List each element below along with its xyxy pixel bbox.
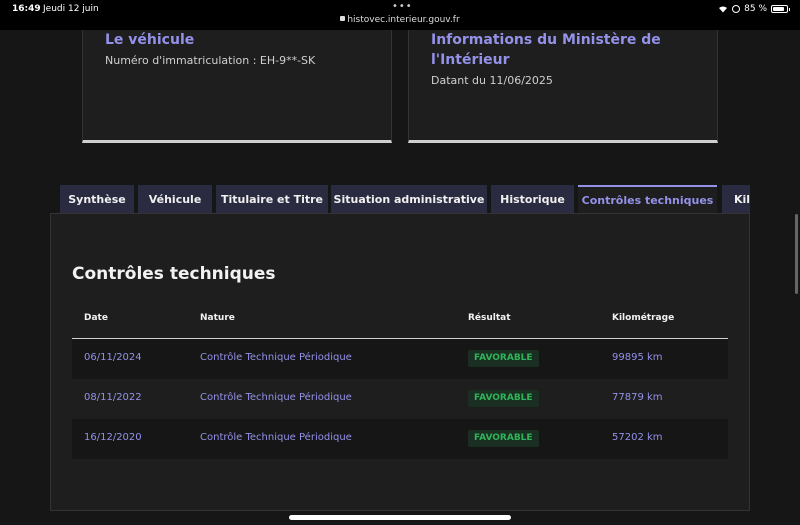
status-badge: FAVORABLE — [468, 390, 539, 407]
row-nature: Contrôle Technique Périodique — [200, 352, 352, 363]
column-header-date: Date — [84, 313, 108, 323]
panel-title: Contrôles techniques — [72, 264, 276, 284]
status-bar: 16:49 Jeudi 12 juin ••• histovec.interie… — [0, 0, 800, 30]
status-time: 16:49 — [12, 4, 41, 14]
vehicle-card: Le véhicule Numéro d'immatriculation : E… — [82, 30, 392, 143]
tab-historique[interactable]: Historique — [491, 185, 574, 214]
row-mileage: 57202 km — [612, 432, 663, 443]
row-nature: Contrôle Technique Périodique — [200, 392, 352, 403]
battery-icon — [771, 5, 790, 13]
registration-number: Numéro d'immatriculation : EH-9**-SK — [105, 54, 316, 67]
inspections-table: Date Nature Résultat Kilométrage 06/11/2… — [72, 304, 728, 459]
row-date: 08/11/2022 — [84, 392, 142, 403]
table-header: Date Nature Résultat Kilométrage — [72, 304, 728, 339]
column-header-mileage: Kilométrage — [612, 313, 675, 323]
tab-kilometrage[interactable]: Kil — [722, 185, 750, 214]
tab-vehicule[interactable]: Véhicule — [138, 185, 212, 214]
address-bar[interactable]: histovec.interieur.gouv.fr — [0, 15, 800, 25]
url-text: histovec.interieur.gouv.fr — [347, 15, 460, 25]
table-row: 08/11/2022 Contrôle Technique Périodique… — [72, 379, 728, 419]
status-badge: FAVORABLE — [468, 430, 539, 447]
more-dots-icon[interactable]: ••• — [392, 1, 413, 12]
column-header-nature: Nature — [200, 313, 235, 323]
rotation-lock-icon — [732, 5, 741, 13]
status-indicators: 85 % — [718, 4, 790, 14]
page-scrollbar[interactable] — [795, 214, 798, 294]
status-badge: FAVORABLE — [468, 350, 539, 367]
tab-titulaire-titre[interactable]: Titulaire et Titre — [216, 185, 328, 214]
table-row: 06/11/2024 Contrôle Technique Périodique… — [72, 339, 728, 379]
tab-bar: Synthèse Véhicule Titulaire et Titre Sit… — [60, 185, 750, 214]
row-mileage: 77879 km — [612, 392, 663, 403]
row-mileage: 99895 km — [612, 352, 663, 363]
table-row: 16/12/2020 Contrôle Technique Périodique… — [72, 419, 728, 459]
tab-synthese[interactable]: Synthèse — [60, 185, 134, 214]
row-date: 06/11/2024 — [84, 352, 142, 363]
row-nature: Contrôle Technique Périodique — [200, 432, 352, 443]
battery-percent: 85 % — [744, 4, 767, 14]
row-date: 16/12/2020 — [84, 432, 142, 443]
technical-inspections-panel: Contrôles techniques Date Nature Résulta… — [50, 213, 750, 511]
report-date: Datant du 11/06/2025 — [431, 74, 553, 87]
status-date: Jeudi 12 juin — [43, 4, 99, 14]
vehicle-card-title[interactable]: Le véhicule — [105, 30, 194, 50]
tab-controles-techniques[interactable]: Contrôles techniques — [578, 185, 717, 214]
lock-icon — [340, 16, 346, 21]
column-header-result: Résultat — [468, 313, 511, 323]
ministry-card: Informations du Ministère de l'Intérieur… — [408, 30, 718, 143]
wifi-icon — [719, 6, 728, 13]
home-indicator[interactable] — [289, 515, 511, 520]
tab-situation-administrative[interactable]: Situation administrative — [331, 185, 487, 214]
ministry-card-title[interactable]: Informations du Ministère de l'Intérieur — [431, 30, 671, 70]
